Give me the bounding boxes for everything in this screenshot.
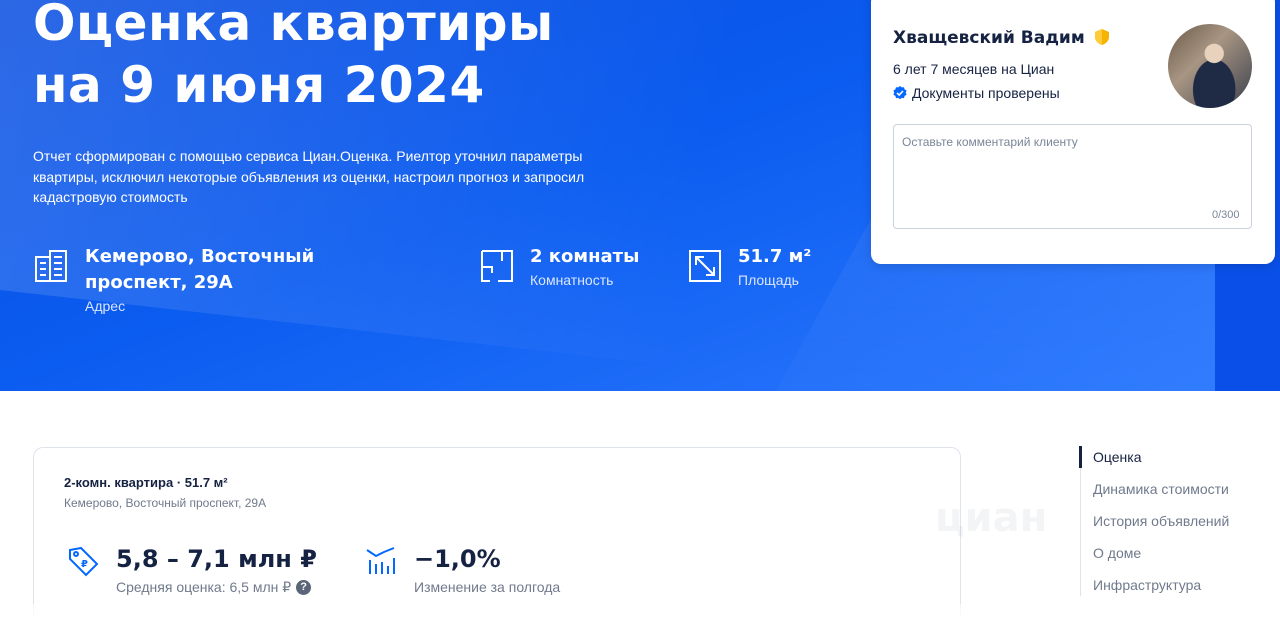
summary-title: 2-комн. квартира · 51.7 м² bbox=[64, 475, 228, 490]
bar-chart-trend-icon bbox=[366, 547, 395, 574]
anchor-item-valuation[interactable]: Оценка bbox=[1093, 449, 1142, 465]
fact-rooms: 2 комнаты Комнатность bbox=[478, 244, 639, 290]
price-range-value: 5,8 – 7,1 млн ₽ bbox=[116, 545, 317, 573]
verified-check-icon bbox=[893, 86, 907, 100]
anchor-item-infrastructure[interactable]: Инфраструктура bbox=[1093, 577, 1201, 593]
agent-name-row[interactable]: Хващевский Вадим bbox=[893, 28, 1109, 48]
shield-badge-icon bbox=[1094, 29, 1109, 45]
page-title: Оценка квартиры на 9 июня 2024 bbox=[33, 0, 733, 116]
agent-verified: Документы проверены bbox=[893, 85, 1060, 101]
agent-avatar[interactable] bbox=[1168, 24, 1252, 108]
page-title-line-2: на 9 июня 2024 bbox=[33, 56, 485, 114]
section-anchor-nav: Оценка Динамика стоимости История объявл… bbox=[1079, 446, 1270, 596]
summary-address: Кемерово, Восточный проспект, 29А bbox=[64, 496, 267, 510]
floorplan-icon bbox=[481, 250, 513, 282]
anchor-item-price-dynamics[interactable]: Динамика стоимости bbox=[1093, 481, 1229, 497]
metric-price: ₽ 5,8 – 7,1 млн ₽ Средняя оценка: 6,5 мл… bbox=[66, 544, 317, 598]
valuation-summary-card: 2-комн. квартира · 51.7 м² Кемерово, Вос… bbox=[33, 447, 961, 621]
fact-address-label: Адрес bbox=[85, 298, 126, 314]
price-average: Средняя оценка: 6,5 млн ₽ ? bbox=[116, 576, 317, 598]
fact-area-value: 51.7 м² bbox=[738, 246, 812, 267]
fact-address: Кемерово, Восточный проспект, 29А Адрес bbox=[33, 244, 433, 316]
page-title-line-1: Оценка квартиры bbox=[33, 0, 554, 52]
cian-watermark: циан bbox=[935, 495, 1048, 541]
fact-area: 51.7 м² Площадь bbox=[686, 244, 811, 290]
agent-card: Хващевский Вадим 6 лет 7 месяцев на Циан… bbox=[871, 0, 1275, 264]
anchor-nav-track bbox=[1080, 446, 1081, 596]
report-description: Отчет сформирован с помощью сервиса Циан… bbox=[33, 148, 585, 205]
change-label: Изменение за полгода bbox=[414, 579, 561, 595]
anchor-item-about-house[interactable]: О доме bbox=[1093, 545, 1141, 561]
price-tag-icon: ₽ bbox=[69, 546, 99, 577]
fact-area-label: Площадь bbox=[738, 272, 799, 288]
price-average-label: Средняя оценка: 6,5 млн ₽ bbox=[116, 579, 292, 595]
building-icon bbox=[35, 250, 67, 282]
client-comment-input[interactable] bbox=[893, 124, 1252, 229]
anchor-item-listing-history[interactable]: История объявлений bbox=[1093, 513, 1229, 529]
fact-rooms-value: 2 комнаты bbox=[530, 246, 640, 267]
svg-text:₽: ₽ bbox=[81, 559, 88, 570]
agent-verified-label: Документы проверены bbox=[912, 85, 1060, 101]
comment-char-count: 0/300 bbox=[1212, 209, 1240, 221]
metric-change: −1,0% Изменение за полгода bbox=[364, 544, 560, 598]
agent-name[interactable]: Хващевский Вадим bbox=[893, 28, 1085, 48]
change-value: −1,0% bbox=[414, 545, 501, 573]
fact-rooms-label: Комнатность bbox=[530, 272, 614, 288]
help-icon[interactable]: ? bbox=[296, 579, 312, 595]
anchor-nav-active-indicator bbox=[1079, 446, 1082, 468]
apartment-facts: Кемерово, Восточный проспект, 29А Адрес … bbox=[0, 244, 860, 324]
bottom-fade bbox=[0, 604, 1280, 621]
area-expand-icon bbox=[689, 250, 721, 282]
fact-address-value: Кемерово, Восточный проспект, 29А bbox=[85, 246, 315, 293]
agent-tenure: 6 лет 7 месяцев на Циан bbox=[893, 61, 1055, 77]
